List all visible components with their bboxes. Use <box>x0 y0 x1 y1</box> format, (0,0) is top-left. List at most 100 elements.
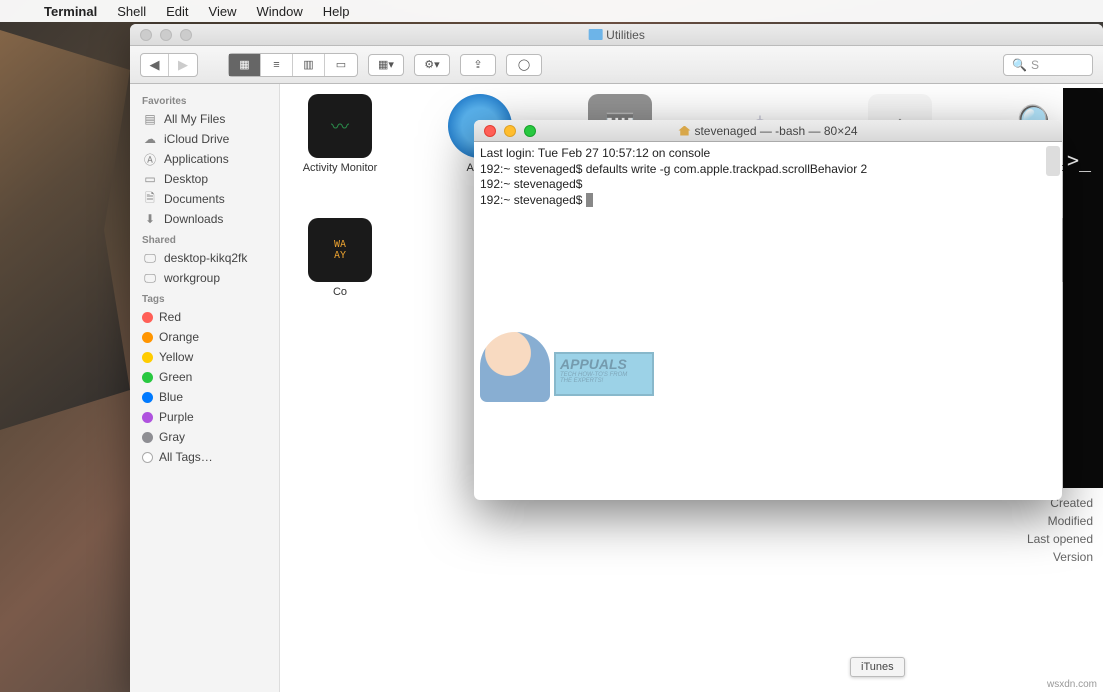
terminal-close-button[interactable] <box>484 125 496 137</box>
sidebar-item-label: Purple <box>159 410 194 424</box>
finder-close-button[interactable] <box>140 29 152 41</box>
finder-minimize-button[interactable] <box>160 29 172 41</box>
sidebar-documents[interactable]: 🗎 Documents <box>130 189 279 209</box>
sidebar-item-label: Yellow <box>159 350 193 364</box>
terminal-title-label: stevenaged — -bash — 80×24 <box>694 124 857 138</box>
tag-dot-icon <box>142 332 153 343</box>
sidebar-item-label: Downloads <box>164 212 223 226</box>
sidebar-shared-workgroup[interactable]: 🖵workgroup <box>130 268 279 288</box>
back-button[interactable]: ◀ <box>141 54 169 76</box>
search-placeholder: S <box>1031 58 1039 72</box>
terminal-body[interactable]: Last login: Tue Feb 27 10:57:12 on conso… <box>474 142 1062 500</box>
search-field[interactable]: 🔍 S <box>1003 54 1093 76</box>
edit-menu[interactable]: Edit <box>156 4 198 19</box>
sidebar-item-label: Desktop <box>164 172 208 186</box>
shell-menu[interactable]: Shell <box>107 4 156 19</box>
sidebar-item-label: All My Files <box>164 112 225 126</box>
sidebar-desktop[interactable]: ▭Desktop <box>130 169 279 189</box>
tag-purple[interactable]: Purple <box>130 407 279 427</box>
tag-blue[interactable]: Blue <box>130 387 279 407</box>
sidebar-item-label: workgroup <box>164 271 220 285</box>
terminal-line: Last login: Tue Feb 27 10:57:12 on conso… <box>480 146 710 160</box>
info-panel: Created Modified Last opened Version <box>1027 494 1093 566</box>
finder-sidebar: Favorites ▤ All My Files ☁ iCloud Drive Ⓐ A… <box>130 84 280 692</box>
tag-green[interactable]: Green <box>130 367 279 387</box>
sidebar-applications[interactable]: Ⓐ Applications <box>130 149 279 169</box>
view-menu[interactable]: View <box>199 4 247 19</box>
finder-titlebar[interactable]: Utilities <box>130 24 1103 46</box>
watermark-badge: APPUALS TECH HOW-TO'S FROM THE EXPERTS! <box>554 352 654 396</box>
watermark-brand: APPUALS <box>556 354 652 372</box>
tag-dot-icon <box>142 312 153 323</box>
folder-icon <box>588 29 602 40</box>
finder-traffic-lights <box>130 29 202 41</box>
app-menu[interactable]: Terminal <box>34 4 107 19</box>
terminal-line: 192:~ stevenaged$ defaults write -g com.… <box>480 162 867 176</box>
share-button[interactable]: ⇪ <box>460 54 496 76</box>
mascot-icon <box>480 332 550 402</box>
sidebar-all-my-files[interactable]: ▤ All My Files <box>130 109 279 129</box>
arrange-button[interactable]: ▦▾ <box>368 54 404 76</box>
documents-icon: 🗎 <box>142 192 158 206</box>
finder-toolbar: ◀ ▶ ▦ ≡ ▥ ▭ ▦▾ ⚙▾ ⇪ ◯ 🔍 S <box>130 46 1103 84</box>
app-console[interactable]: WAAY Co <box>300 218 380 299</box>
forward-button[interactable]: ▶ <box>169 54 197 76</box>
downloads-icon: ⬇ <box>142 212 158 226</box>
terminal-zoom-button[interactable] <box>524 125 536 137</box>
column-view-button[interactable]: ▥ <box>293 54 325 76</box>
tag-all-icon <box>142 452 153 463</box>
sidebar-item-label: Green <box>159 370 192 384</box>
sidebar-icloud-drive[interactable]: ☁ iCloud Drive <box>130 129 279 149</box>
finder-title-label: Utilities <box>606 28 645 42</box>
app-activity-monitor[interactable]: 〰 Activity Monitor <box>300 94 380 188</box>
terminal-line: 192:~ stevenaged$ <box>480 193 586 207</box>
tag-dot-icon <box>142 352 153 363</box>
app-label: Co <box>333 286 347 299</box>
tag-all-tags[interactable]: All Tags… <box>130 447 279 467</box>
app-label: Activity Monitor <box>303 162 378 175</box>
watermark-tagline2: THE EXPERTS! <box>556 378 652 384</box>
applications-icon: Ⓐ <box>142 152 158 166</box>
tag-gray[interactable]: Gray <box>130 427 279 447</box>
tag-orange[interactable]: Orange <box>130 327 279 347</box>
tag-red[interactable]: Red <box>130 307 279 327</box>
terminal-titlebar[interactable]: stevenaged — -bash — 80×24 <box>474 120 1062 142</box>
list-view-button[interactable]: ≡ <box>261 54 293 76</box>
info-version-label: Version <box>1027 548 1093 566</box>
coverflow-view-button[interactable]: ▭ <box>325 54 357 76</box>
sidebar-item-label: Applications <box>164 152 229 166</box>
appuals-watermark: APPUALS TECH HOW-TO'S FROM THE EXPERTS! <box>480 332 660 407</box>
activity-monitor-icon: 〰 <box>308 94 372 158</box>
sidebar-item-label: Documents <box>164 192 225 206</box>
icloud-icon: ☁ <box>142 132 158 146</box>
tags-button[interactable]: ◯ <box>506 54 542 76</box>
action-button[interactable]: ⚙▾ <box>414 54 450 76</box>
icon-view-button[interactable]: ▦ <box>229 54 261 76</box>
help-menu[interactable]: Help <box>313 4 360 19</box>
terminal-line: 192:~ stevenaged$ <box>480 177 586 191</box>
info-lastopened-label: Last opened <box>1027 530 1093 548</box>
sidebar-shared-desktop[interactable]: 🖵desktop-kikq2fk <box>130 248 279 268</box>
sidebar-item-label: Gray <box>159 430 185 444</box>
window-menu[interactable]: Window <box>247 4 313 19</box>
terminal-cursor <box>586 193 593 207</box>
dock-tooltip: iTunes <box>850 657 905 677</box>
tags-header: Tags <box>130 288 279 307</box>
favorites-header: Favorites <box>130 90 279 109</box>
finder-zoom-button[interactable] <box>180 29 192 41</box>
tag-yellow[interactable]: Yellow <box>130 347 279 367</box>
computer-icon: 🖵 <box>142 251 158 265</box>
tag-dot-icon <box>142 372 153 383</box>
info-modified-label: Modified <box>1027 512 1093 530</box>
console-icon: WAAY <box>308 218 372 282</box>
all-my-files-icon: ▤ <box>142 112 158 126</box>
shared-header: Shared <box>130 229 279 248</box>
sidebar-downloads[interactable]: ⬇ Downloads <box>130 209 279 229</box>
sidebar-item-label: All Tags… <box>159 450 213 464</box>
sidebar-item-label: iCloud Drive <box>164 132 229 146</box>
terminal-scrollbar[interactable] <box>1046 146 1060 176</box>
terminal-minimize-button[interactable] <box>504 125 516 137</box>
search-icon: 🔍 <box>1012 58 1027 72</box>
tag-dot-icon <box>142 412 153 423</box>
nav-buttons: ◀ ▶ <box>140 53 198 77</box>
